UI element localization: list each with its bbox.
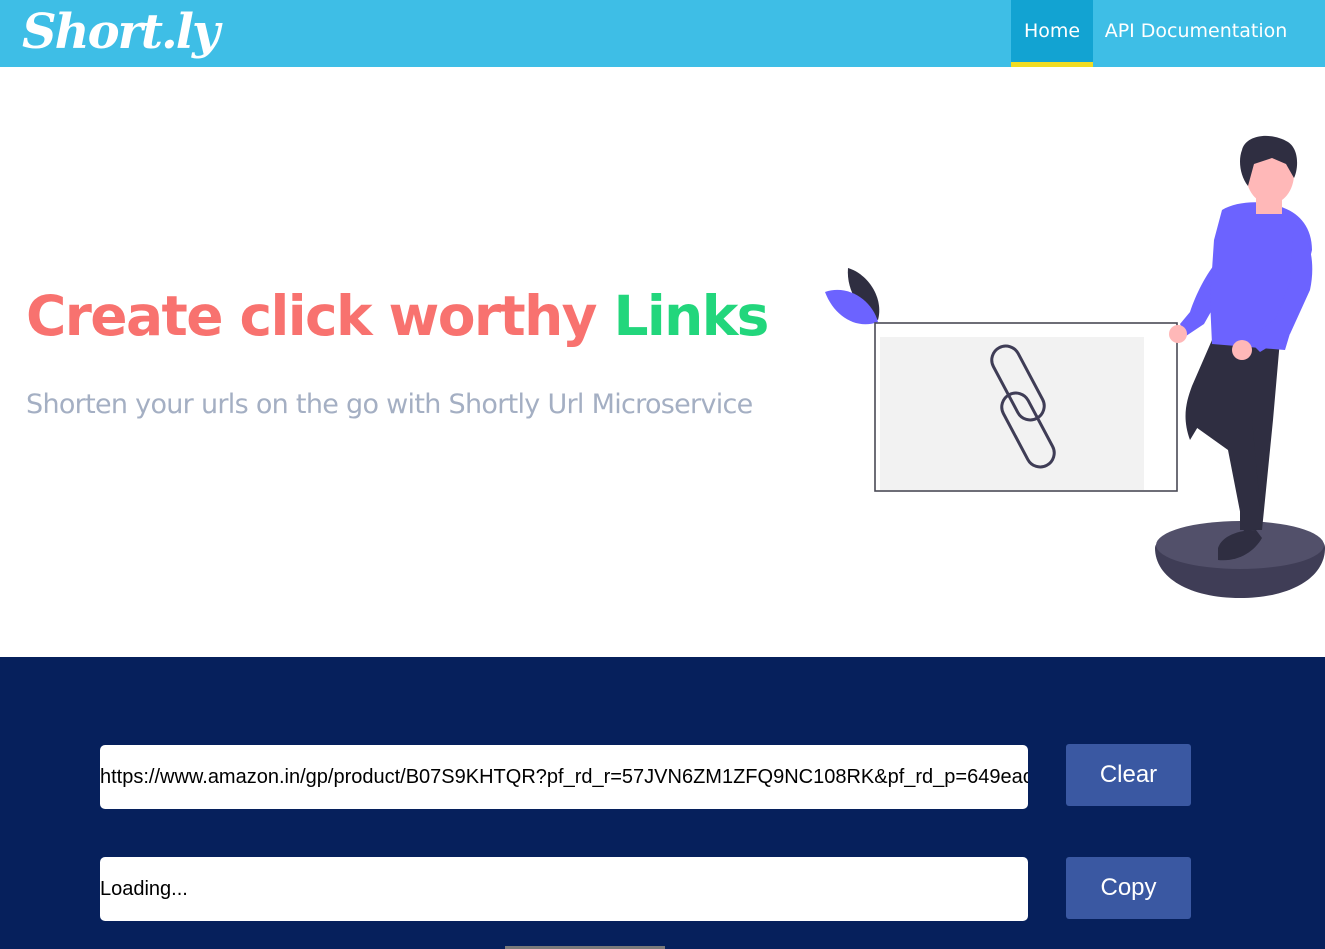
hero-title: Create click worthy Links bbox=[26, 278, 769, 354]
hero-title-main: Create click worthy bbox=[26, 284, 614, 348]
leaf-icon bbox=[825, 268, 880, 325]
navbar: Short.ly Home API Documentation bbox=[0, 0, 1325, 67]
logo[interactable]: Short.ly bbox=[22, 2, 220, 62]
clear-button[interactable]: Clear bbox=[1066, 744, 1191, 806]
copy-button[interactable]: Copy bbox=[1066, 857, 1191, 919]
hero-subtitle: Shorten your urls on the go with Shortly… bbox=[26, 389, 753, 420]
hero-title-accent: Links bbox=[613, 284, 769, 348]
url-input[interactable] bbox=[100, 745, 1028, 809]
person-with-link-illustration bbox=[825, 135, 1325, 598]
nav-api-documentation[interactable]: API Documentation bbox=[1093, 0, 1299, 67]
nav-home[interactable]: Home bbox=[1011, 0, 1093, 67]
short-url-output[interactable] bbox=[100, 857, 1028, 921]
